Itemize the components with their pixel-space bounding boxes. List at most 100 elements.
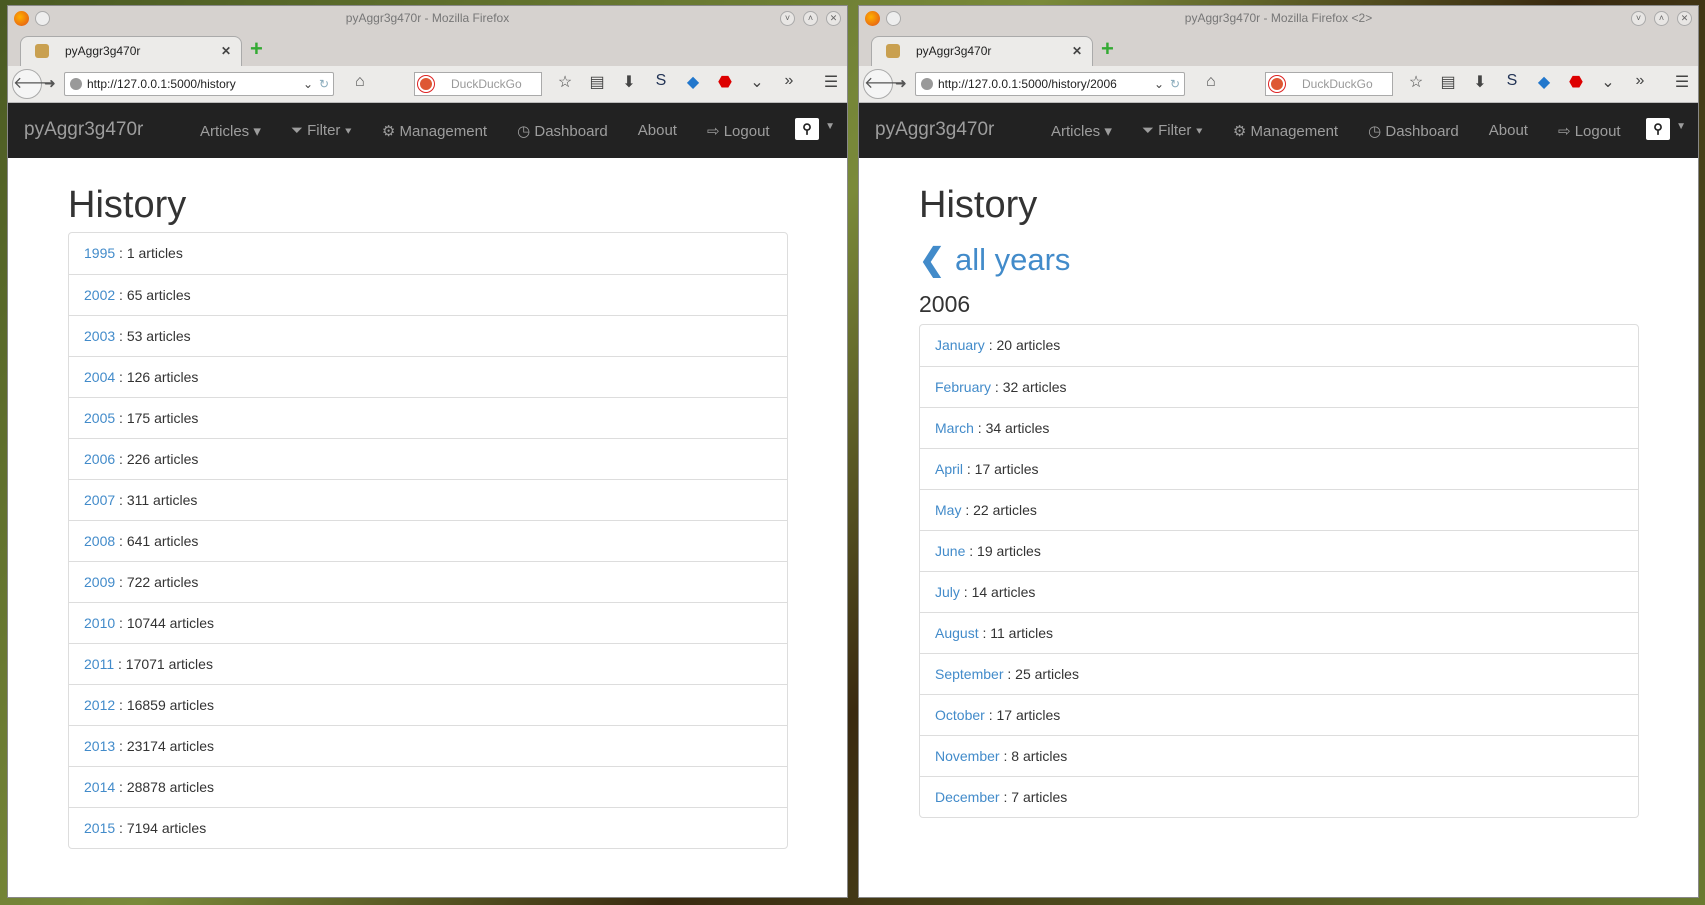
year-link[interactable]: 2008 — [84, 533, 115, 549]
minimize-button[interactable]: ˅ — [780, 11, 795, 26]
chevron-down-icon[interactable]: ⌄ — [748, 72, 766, 92]
search-bar[interactable]: DuckDuckGo — [1265, 72, 1393, 96]
forward-button[interactable]: ➜ — [895, 75, 907, 92]
overflow-icon[interactable]: » — [780, 72, 798, 92]
article-count: : 23174 articles — [115, 738, 214, 754]
month-link[interactable]: April — [935, 461, 963, 477]
list-item: March : 34 articles — [920, 407, 1638, 448]
nav-management[interactable]: ⚙ Management — [382, 122, 487, 140]
all-years-link[interactable]: ❮ all years — [919, 240, 1639, 280]
bookmark-star-icon[interactable]: ☆ — [1407, 72, 1425, 92]
nav-filter[interactable]: ⏷ Filter ▾ — [291, 122, 352, 139]
search-bar[interactable]: DuckDuckGo — [414, 72, 542, 96]
search-icon[interactable]: ⚲ — [795, 118, 819, 140]
year-link[interactable]: 2012 — [84, 697, 115, 713]
article-count: : 17 articles — [984, 707, 1061, 723]
article-count: : 32 articles — [991, 379, 1067, 395]
url-dropdown-icon[interactable]: ⌄ — [1154, 73, 1164, 95]
url-bar[interactable]: http://127.0.0.1:5000/history/2006 ⌄ ↻ — [915, 72, 1185, 96]
search-dropdown-caret-icon[interactable]: ▼ — [1676, 121, 1686, 132]
month-link[interactable]: June — [935, 543, 965, 559]
close-tab-icon[interactable]: ✕ — [221, 37, 231, 65]
month-link[interactable]: February — [935, 379, 991, 395]
month-link[interactable]: September — [935, 666, 1003, 682]
search-icon[interactable]: ⚲ — [1646, 118, 1670, 140]
maximize-button[interactable]: ˄ — [1654, 11, 1669, 26]
year-link[interactable]: 2014 — [84, 779, 115, 795]
search-dropdown-caret-icon[interactable]: ▼ — [825, 121, 835, 132]
hamburger-menu-icon[interactable]: ☰ — [822, 72, 840, 92]
adblock-icon[interactable]: ⬣ — [1567, 72, 1585, 92]
brand[interactable]: pyAggr3g470r — [24, 119, 143, 141]
forward-button[interactable]: ➜ — [44, 75, 56, 92]
month-link[interactable]: March — [935, 420, 974, 436]
tab-title: pyAggr3g470r — [916, 44, 992, 58]
nav-management[interactable]: ⚙ Management — [1233, 122, 1338, 140]
year-link[interactable]: 2015 — [84, 820, 115, 836]
year-link[interactable]: 2003 — [84, 328, 115, 344]
new-tab-plus-icon[interactable]: + — [1101, 36, 1114, 62]
month-link[interactable]: December — [935, 789, 1000, 805]
overflow-icon[interactable]: » — [1631, 72, 1649, 92]
hamburger-menu-icon[interactable]: ☰ — [1673, 72, 1691, 92]
url-dropdown-icon[interactable]: ⌄ — [303, 73, 313, 95]
back-button[interactable]: 🡐 — [863, 69, 907, 99]
close-tab-icon[interactable]: ✕ — [1072, 37, 1082, 65]
maximize-button[interactable]: ˄ — [803, 11, 818, 26]
reading-list-icon[interactable]: ▤ — [1439, 72, 1457, 92]
nav-filter[interactable]: ⏷ Filter ▾ — [1142, 122, 1203, 139]
nav-logout[interactable]: ⇨ Logout — [1558, 122, 1621, 140]
month-link[interactable]: August — [935, 625, 979, 641]
nav-about[interactable]: About — [638, 122, 677, 139]
browser-tab[interactable]: pyAggr3g470r ✕ — [20, 36, 242, 66]
extension-bird-icon[interactable]: ◆ — [1535, 72, 1553, 92]
nav-dashboard[interactable]: ◷ Dashboard — [1368, 122, 1459, 140]
reading-list-icon[interactable]: ▤ — [588, 72, 606, 92]
reload-icon[interactable]: ↻ — [319, 73, 329, 95]
year-link[interactable]: 2007 — [84, 492, 115, 508]
close-window-button[interactable]: ✕ — [1677, 11, 1692, 26]
download-icon[interactable]: ⬇ — [620, 72, 638, 92]
article-count: : 8 articles — [999, 748, 1068, 764]
download-icon[interactable]: ⬇ — [1471, 72, 1489, 92]
nav-articles[interactable]: Articles ▾ — [200, 122, 261, 140]
year-link[interactable]: 2004 — [84, 369, 115, 385]
reload-icon[interactable]: ↻ — [1170, 73, 1180, 95]
adblock-icon[interactable]: ⬣ — [716, 72, 734, 92]
month-link[interactable]: October — [935, 707, 985, 723]
month-link[interactable]: May — [935, 502, 961, 518]
nav-about[interactable]: About — [1489, 122, 1528, 139]
month-link[interactable]: November — [935, 748, 1000, 764]
back-button[interactable]: 🡐 — [12, 69, 56, 99]
bookmark-star-icon[interactable]: ☆ — [556, 72, 574, 92]
home-icon[interactable]: ⌂ — [1206, 73, 1216, 91]
brand[interactable]: pyAggr3g470r — [875, 119, 994, 141]
year-link[interactable]: 2010 — [84, 615, 115, 631]
nav-dashboard[interactable]: ◷ Dashboard — [517, 122, 608, 140]
month-link[interactable]: July — [935, 584, 960, 600]
year-link[interactable]: 2013 — [84, 738, 115, 754]
close-window-button[interactable]: ✕ — [826, 11, 841, 26]
browser-tab[interactable]: pyAggr3g470r ✕ — [871, 36, 1093, 66]
new-tab-plus-icon[interactable]: + — [250, 36, 263, 62]
month-link[interactable]: January — [935, 337, 985, 353]
year-link[interactable]: 1995 — [84, 245, 115, 261]
chevron-down-icon[interactable]: ⌄ — [1599, 72, 1617, 92]
year-link[interactable]: 2002 — [84, 287, 115, 303]
extension-bird-icon[interactable]: ◆ — [684, 72, 702, 92]
nav-articles[interactable]: Articles ▾ — [1051, 122, 1112, 140]
page-title: History — [919, 184, 1038, 226]
s-extension-icon[interactable]: S — [652, 72, 670, 92]
window-menu-button[interactable] — [886, 11, 901, 26]
article-count: : 226 articles — [115, 451, 199, 467]
year-link[interactable]: 2011 — [84, 656, 114, 672]
url-bar[interactable]: http://127.0.0.1:5000/history ⌄ ↻ — [64, 72, 334, 96]
s-extension-icon[interactable]: S — [1503, 72, 1521, 92]
window-menu-button[interactable] — [35, 11, 50, 26]
nav-logout[interactable]: ⇨ Logout — [707, 122, 770, 140]
year-link[interactable]: 2006 — [84, 451, 115, 467]
year-link[interactable]: 2005 — [84, 410, 115, 426]
home-icon[interactable]: ⌂ — [355, 73, 365, 91]
year-link[interactable]: 2009 — [84, 574, 115, 590]
minimize-button[interactable]: ˅ — [1631, 11, 1646, 26]
